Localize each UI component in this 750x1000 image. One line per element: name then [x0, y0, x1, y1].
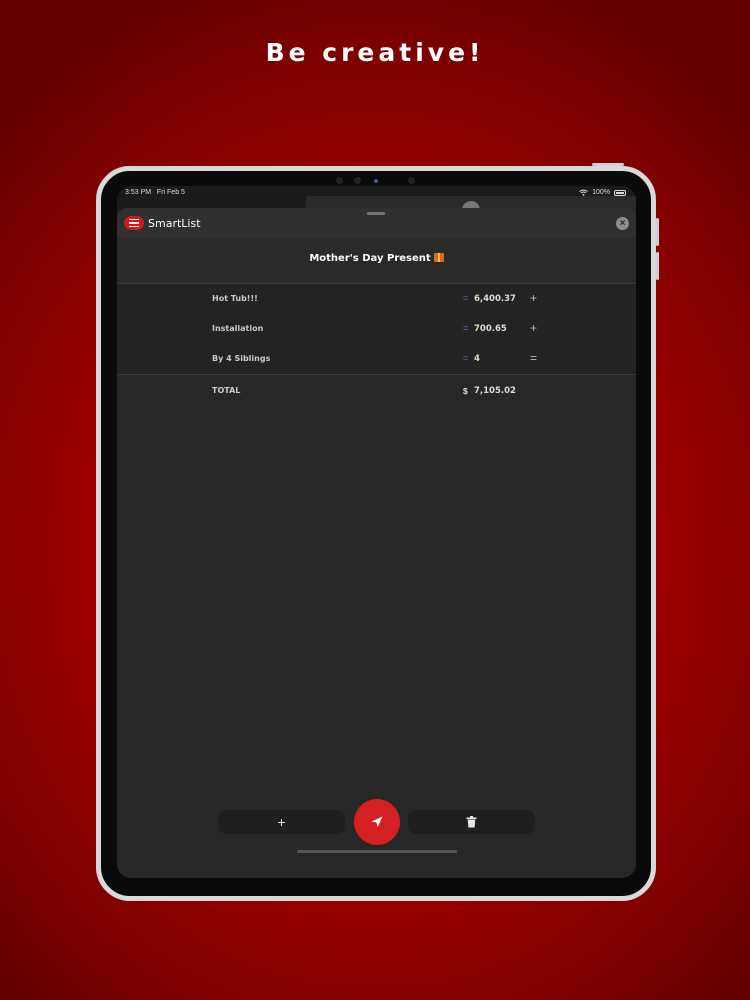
gift-icon [433, 253, 444, 262]
total-label: TOTAL [212, 386, 241, 395]
list-title-area: Mother's Day Present [117, 238, 636, 284]
trash-icon [466, 816, 477, 828]
list-title[interactable]: Mother's Day Present [117, 253, 636, 264]
smartlist-sheet: SmartList × Mother's Day Present Hot Tub… [117, 208, 636, 878]
item-value[interactable]: 700.65 [474, 324, 507, 334]
app-name: SmartList [148, 217, 201, 230]
list-item[interactable]: By 4 Siblings = 4 = [117, 344, 636, 374]
battery-text: 100% [592, 189, 610, 196]
time-text: 3:53 PM [125, 189, 152, 196]
list-title-text: Mother's Day Present [309, 253, 431, 264]
operator-button[interactable]: + [530, 291, 537, 305]
send-button[interactable] [354, 799, 400, 845]
volume-down-button [656, 252, 659, 280]
camera-housing [330, 174, 420, 186]
list-item[interactable]: Installation = 700.65 + [117, 314, 636, 344]
status-indicators: 100% [579, 189, 626, 196]
wifi-icon [579, 189, 588, 196]
close-icon[interactable]: × [616, 217, 629, 230]
item-label[interactable]: By 4 Siblings [212, 354, 270, 363]
date-text: Fri Feb 5 [156, 189, 185, 196]
delete-button[interactable] [408, 810, 535, 834]
power-button [592, 163, 624, 166]
ipad-screen: 3:53 PM Fri Feb 5 100% SmartList × Mothe… [117, 186, 636, 878]
item-label[interactable]: Installation [212, 324, 263, 333]
status-bar: 3:53 PM Fri Feb 5 100% [117, 186, 636, 204]
operator-button[interactable]: + [530, 321, 537, 335]
item-label[interactable]: Hot Tub!!! [212, 294, 258, 303]
add-item-button[interactable]: + [218, 810, 345, 834]
marketing-headline: Be creative! [265, 38, 485, 67]
total-row: TOTAL $ 7,105.02 [117, 374, 636, 405]
equals-sign: = [463, 293, 469, 303]
currency-symbol: $ [463, 386, 468, 396]
equals-sign: = [463, 353, 469, 363]
list-item[interactable]: Hot Tub!!! = 6,400.37 + [117, 284, 636, 314]
total-value: 7,105.02 [474, 386, 516, 396]
battery-icon [614, 189, 626, 196]
operator-button[interactable]: = [530, 351, 537, 365]
send-icon [371, 816, 383, 828]
sheet-grabber[interactable] [367, 212, 385, 215]
list-icon [124, 216, 144, 230]
equals-sign: = [463, 323, 469, 333]
item-value[interactable]: 6,400.37 [474, 294, 516, 304]
home-indicator[interactable] [297, 850, 457, 853]
status-time: 3:53 PM Fri Feb 5 [125, 189, 185, 196]
list-items: Hot Tub!!! = 6,400.37 + Installation = 7… [117, 284, 636, 374]
volume-up-button [656, 218, 659, 246]
item-value[interactable]: 4 [474, 354, 480, 364]
